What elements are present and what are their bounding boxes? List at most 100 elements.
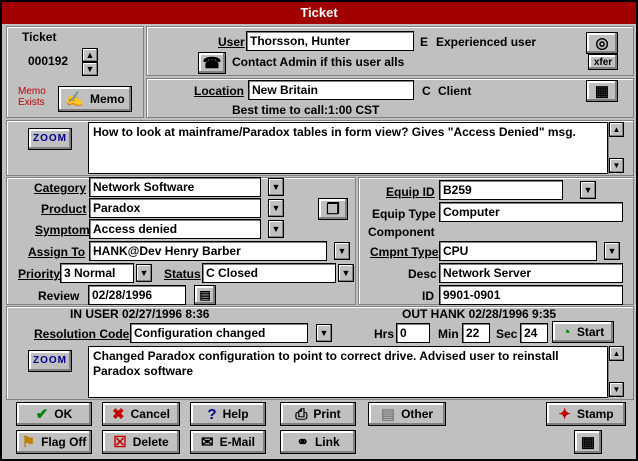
assign-to-dropdown[interactable]: ▼ [334, 242, 350, 260]
user-code: E [420, 35, 429, 49]
problem-zoom-button[interactable]: ZOOM [28, 128, 72, 150]
product-dropdown[interactable]: ▼ [268, 199, 284, 217]
location-lookup-button[interactable]: ▦ [586, 80, 618, 102]
other-icon: ▤ [380, 405, 396, 423]
resolution-text[interactable]: Changed Paradox configuration to point t… [88, 346, 608, 398]
delete-label: Delete [132, 435, 169, 449]
user-field[interactable]: Thorsson, Hunter [246, 31, 414, 51]
id-label: ID [422, 289, 434, 303]
resolution-scroll-down[interactable]: ▼ [609, 382, 624, 397]
cancel-label: Cancel [130, 407, 170, 421]
cmpnt-type-dropdown[interactable]: ▼ [604, 242, 620, 260]
link-button[interactable]: ⚭ Link [280, 430, 356, 454]
equip-id-label: Equip ID [386, 185, 435, 199]
memo-icon: ✍ [65, 90, 84, 108]
product-field[interactable]: Paradox [89, 198, 261, 218]
equip-id-dropdown[interactable]: ▼ [580, 181, 596, 199]
review-date-field[interactable]: 02/28/1996 [88, 285, 186, 305]
assign-to-field[interactable]: HANK@Dev Henry Barber [89, 241, 327, 261]
user-lookup-button[interactable]: ◎ [586, 32, 618, 54]
ticket-up-button[interactable]: ▲ [82, 48, 98, 62]
printer-icon: ⎙ [295, 405, 308, 423]
cmpnt-type-field[interactable]: CPU [439, 241, 597, 261]
symptom-dropdown[interactable]: ▼ [268, 220, 284, 238]
problem-scroll-up[interactable]: ▲ [609, 122, 624, 137]
location-code: C [422, 84, 431, 98]
flag-off-button[interactable]: ⚑ Flag Off [16, 430, 92, 454]
hrs-label: Hrs [374, 327, 395, 341]
equip-type-label: Equip Type [372, 207, 436, 221]
resolution-scrollbar[interactable]: ▲ ▼ [608, 346, 624, 398]
copy-classification-button[interactable]: ❐ [318, 198, 348, 220]
problem-description[interactable]: How to look at mainframe/Paradox tables … [88, 122, 608, 174]
clock-icon: ◔ [561, 323, 571, 341]
problem-scroll-down[interactable]: ▼ [609, 158, 624, 173]
resolution-code-dropdown[interactable]: ▼ [316, 324, 332, 342]
start-timer-button[interactable]: ◔ Start [552, 321, 614, 343]
sec-field[interactable]: 24 [520, 323, 548, 343]
symptom-field[interactable]: Access denied [89, 219, 261, 239]
calculator-icon: ▦ [580, 433, 596, 451]
help-button[interactable]: ? Help [190, 402, 266, 426]
category-field[interactable]: Network Software [89, 177, 261, 197]
review-calendar-button[interactable]: ▤ [194, 285, 216, 305]
ticket-label: Ticket [22, 30, 57, 44]
product-label: Product [41, 202, 87, 216]
help-icon: ? [207, 405, 217, 423]
id-field[interactable]: 9901-0901 [439, 285, 623, 305]
flag-off-label: Flag Off [41, 435, 87, 449]
hrs-field[interactable]: 0 [396, 323, 430, 343]
phone-icon: ☎ [202, 54, 222, 72]
email-button[interactable]: ✉ E-Mail [190, 430, 266, 454]
link-label: Link [314, 435, 340, 449]
problem-scrollbar[interactable]: ▲ ▼ [608, 122, 624, 174]
ticket-window: Ticket Ticket 000192 ▲ ▼ Memo Exists ✍ Me… [0, 0, 638, 461]
delete-button[interactable]: ☒ Delete [102, 430, 180, 454]
location-type-desc: Client [438, 84, 472, 98]
xfer-label: xfer [593, 56, 613, 68]
resolution-code-label: Resolution Code [34, 327, 130, 341]
resolution-code-field[interactable]: Configuration changed [130, 323, 308, 343]
equip-type-field[interactable]: Computer [439, 202, 623, 222]
other-button[interactable]: ▤ Other [368, 402, 446, 426]
status-field[interactable]: C Closed [202, 263, 336, 283]
resolution-zoom-button[interactable]: ZOOM [28, 350, 72, 372]
user-label: User [218, 35, 245, 49]
status-dropdown[interactable]: ▼ [338, 264, 354, 282]
stamp-icon: ✦ [558, 405, 571, 423]
other-label: Other [401, 407, 434, 421]
resolution-scroll-up[interactable]: ▲ [609, 346, 624, 361]
priority-field[interactable]: 3 Normal [60, 263, 134, 283]
category-dropdown[interactable]: ▼ [268, 178, 284, 196]
out-timestamp: OUT HANK 02/28/1996 9:35 [402, 307, 557, 321]
cancel-button[interactable]: ✖ Cancel [102, 402, 180, 426]
contact-admin-msg: Contact Admin if this user alls [232, 55, 405, 69]
equip-id-field[interactable]: B259 [439, 180, 563, 200]
ok-label: OK [54, 407, 73, 421]
location-label: Location [194, 84, 244, 98]
stamp-button[interactable]: ✦ Stamp [546, 402, 626, 426]
delete-icon: ☒ [113, 433, 127, 451]
min-field[interactable]: 22 [462, 323, 490, 343]
calculator-button[interactable]: ▦ [574, 430, 602, 454]
memo-button-label: Memo [90, 92, 125, 106]
symptom-label: Symptom [35, 223, 90, 237]
window-title: Ticket [2, 2, 636, 24]
review-label: Review [38, 289, 80, 303]
priority-dropdown[interactable]: ▼ [136, 264, 152, 282]
in-timestamp: IN USER 02/27/1996 8:36 [70, 307, 210, 321]
location-field[interactable]: New Britain [248, 80, 414, 100]
category-label: Category [34, 181, 87, 195]
copy-icon: ❐ [326, 200, 340, 218]
xfer-button[interactable]: xfer [588, 54, 618, 70]
equip-type-label-text: Equip Type [372, 207, 436, 221]
ok-button[interactable]: ✔ OK [16, 402, 92, 426]
desc-field[interactable]: Network Server [439, 263, 623, 283]
ticket-down-button[interactable]: ▼ [82, 62, 98, 76]
cmpnt-type-label: Cmpnt Type [370, 245, 439, 259]
user-lookup-icon: ◎ [595, 34, 609, 52]
contact-icon-button[interactable]: ☎ [198, 52, 226, 74]
memo-button[interactable]: ✍ Memo [58, 86, 132, 112]
print-button[interactable]: ⎙ Print [280, 402, 356, 426]
flag-icon: ⚑ [21, 433, 36, 451]
